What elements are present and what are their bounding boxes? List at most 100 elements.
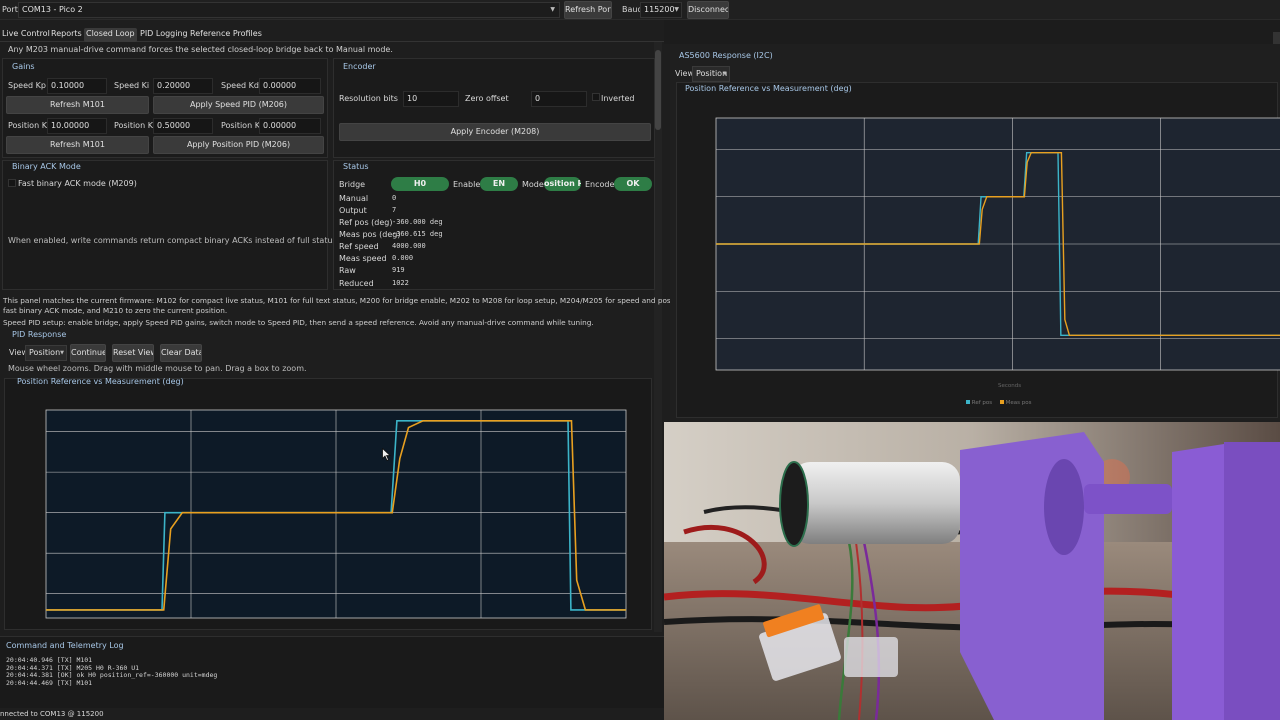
- refresh-ports-button[interactable]: Refresh Ports: [564, 1, 612, 19]
- position-kp-label: Position Kp: [8, 121, 53, 130]
- position-ki-field[interactable]: 0.50000: [153, 118, 213, 134]
- clear-data-button[interactable]: Clear Data: [160, 344, 202, 362]
- refresh-m101-button-2[interactable]: Refresh M101: [6, 136, 149, 154]
- pid-response-chart[interactable]: [14, 396, 640, 628]
- zero-offset-field[interactable]: 0: [531, 91, 587, 107]
- speed-ki-label: Speed Ki: [114, 81, 150, 90]
- photo-shaft: [1084, 484, 1172, 514]
- chevron-down-icon: ▼: [723, 71, 727, 77]
- status-value-raw: 919: [392, 266, 405, 274]
- resolution-bits-label: Resolution bits: [339, 94, 398, 103]
- log-output[interactable]: 20:04:40.946 [TX] M101 20:04:44.371 [TX]…: [6, 656, 656, 687]
- notice-text: Any M203 manual-drive command forces the…: [8, 45, 393, 54]
- tab-reference-profiles[interactable]: Reference Profiles: [188, 28, 264, 42]
- connection-status-text: nnected to COM13 @ 115200: [0, 710, 104, 718]
- meas-pos-swatch: [999, 400, 1004, 404]
- speed-kp-field[interactable]: 0.10000: [47, 78, 107, 94]
- port-label: Port: [2, 5, 18, 14]
- encoder-box: [333, 58, 655, 158]
- enabled-badge: EN: [480, 177, 518, 191]
- photo-bracket-hole: [1044, 459, 1084, 555]
- inverted-checkbox[interactable]: [592, 93, 600, 101]
- zoom-hint: Mouse wheel zooms. Drag with middle mous…: [8, 364, 307, 373]
- status-label-reduced: Reduced: [339, 279, 374, 288]
- baud-value: 115200: [644, 5, 675, 14]
- apply-position-pid-button[interactable]: Apply Position PID (M206): [153, 136, 324, 154]
- encoder-status-label: Encoder: [585, 180, 618, 189]
- legend-meas-pos: Meas pos: [1005, 400, 1032, 406]
- binary-ack-title: Binary ACK Mode: [12, 162, 81, 171]
- mode-badge: osition PI: [544, 177, 581, 191]
- right-legend: Ref pos Meas pos: [966, 400, 1031, 406]
- zero-offset-label: Zero offset: [465, 94, 509, 103]
- chevron-down-icon: ▼: [674, 6, 679, 13]
- photo-right-plate: [1224, 442, 1280, 720]
- tab-live-control[interactable]: Live Control: [0, 28, 52, 42]
- encoder-badge: OK: [614, 177, 652, 191]
- status-value-meas-pos: -360.615 deg: [392, 230, 443, 238]
- tab-pid-logging[interactable]: PID Logging: [138, 28, 190, 42]
- position-ki-label: Position Ki: [114, 121, 156, 130]
- status-value-output: 7: [392, 206, 397, 214]
- status-value-manual: 0: [392, 194, 397, 202]
- continue-button[interactable]: Continue: [70, 344, 106, 362]
- disconnect-button[interactable]: Disconnect: [687, 1, 729, 19]
- inverted-label: Inverted: [601, 94, 635, 103]
- pid-response-title: PID Response: [12, 330, 67, 339]
- binary-ack-label: Fast binary ACK mode (M209): [18, 179, 137, 188]
- log-title: Command and Telemetry Log: [6, 641, 124, 650]
- chevron-down-icon: ▼: [550, 6, 555, 13]
- apply-encoder-button[interactable]: Apply Encoder (M208): [339, 123, 651, 141]
- right-plot-title: Position Reference vs Measurement (deg): [685, 84, 852, 93]
- firmware-info-text-2: fast binary ACK mode, and M210 to zero t…: [3, 306, 228, 315]
- bridge-badge: H0: [391, 177, 449, 191]
- pid-plot-title: Position Reference vs Measurement (deg): [17, 377, 184, 386]
- port-value: COM13 - Pico 2: [22, 5, 83, 14]
- x-axis-label: Seconds: [998, 383, 1022, 389]
- encoder-title: Encoder: [343, 62, 376, 71]
- status-label-ref-speed: Ref speed: [339, 242, 379, 251]
- position-kp-field[interactable]: 10.00000: [47, 118, 107, 134]
- status-value-reduced: 1022: [392, 279, 409, 287]
- right-edge-handle[interactable]: [1273, 32, 1280, 44]
- speed-kd-field[interactable]: 0.00000: [259, 78, 321, 94]
- view-select[interactable]: Position ▼: [25, 345, 67, 361]
- chevron-down-icon: ▼: [60, 350, 64, 356]
- apply-speed-pid-button[interactable]: Apply Speed PID (M206): [153, 96, 324, 114]
- speed-kp-label: Speed Kp: [8, 81, 46, 90]
- status-label-meas-speed: Meas speed: [339, 254, 387, 263]
- left-panel-scrollbar[interactable]: [654, 42, 662, 632]
- right-panel-top: [664, 20, 1280, 44]
- status-value-meas-speed: 0.000: [392, 254, 414, 262]
- gains-title: Gains: [12, 62, 35, 71]
- firmware-info-text: This panel matches the current firmware:…: [3, 296, 765, 305]
- tab-closed-loop[interactable]: Closed Loop: [84, 28, 137, 42]
- as5600-response-chart[interactable]: [680, 100, 1280, 416]
- status-label-manual: Manual: [339, 194, 369, 203]
- baud-select[interactable]: 115200 ▼: [640, 2, 682, 18]
- bridge-label: Bridge: [339, 180, 366, 189]
- refresh-m101-button[interactable]: Refresh M101: [6, 96, 149, 114]
- view-select-value: Position: [29, 348, 61, 357]
- speed-pid-setup-text: Speed PID setup: enable bridge, apply Sp…: [3, 318, 594, 327]
- as5600-title: AS5600 Response (I2C): [679, 51, 773, 60]
- port-select[interactable]: COM13 - Pico 2 ▼: [18, 2, 560, 18]
- mouse-cursor-icon: [382, 448, 391, 461]
- resolution-bits-field[interactable]: 10: [403, 91, 459, 107]
- camera-feed-image: [664, 422, 1280, 720]
- scrollbar-thumb[interactable]: [655, 50, 661, 130]
- binary-ack-checkbox[interactable]: [8, 179, 16, 187]
- position-kd-field[interactable]: 0.00000: [259, 118, 321, 134]
- status-label-ref-pos: Ref pos (deg): [339, 218, 393, 227]
- photo-bracket: [960, 432, 1104, 720]
- status-label-output: Output: [339, 206, 367, 215]
- status-title: Status: [343, 162, 369, 171]
- legend-ref-pos: Ref pos: [971, 400, 993, 406]
- right-view-select[interactable]: Position ▼: [692, 66, 730, 82]
- reset-view-button[interactable]: Reset View: [112, 344, 154, 362]
- speed-ki-field[interactable]: 0.20000: [153, 78, 213, 94]
- status-value-ref-pos: -360.000 deg: [392, 218, 443, 226]
- speed-kd-label: Speed Kd: [221, 81, 259, 90]
- photo-motor-body: [792, 462, 960, 544]
- tab-reports[interactable]: Reports: [49, 28, 84, 42]
